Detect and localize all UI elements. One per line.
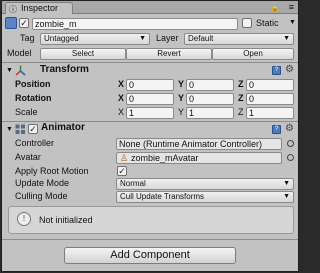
tab-inspector[interactable]: ⓘ Inspector — [5, 2, 73, 14]
tag-label: Tag — [20, 33, 35, 43]
select-button[interactable]: Select — [40, 48, 126, 60]
update-mode-value: Normal — [120, 179, 146, 188]
gear-icon[interactable]: ⚙ — [285, 64, 294, 76]
help-book-icon[interactable]: ? — [272, 66, 281, 75]
foldout-triangle-icon[interactable]: ▼ — [6, 64, 13, 77]
scale-x-label[interactable]: X — [118, 106, 124, 118]
lock-icon[interactable]: 🔒 — [270, 3, 280, 12]
inspector-window: ⓘ Inspector 🔒 ≡ ✓ zombie_m Static ▼ Tag … — [1, 0, 299, 272]
layer-label: Layer — [156, 33, 179, 43]
tag-dropdown[interactable]: Untagged ▼ — [40, 33, 150, 45]
open-button[interactable]: Open — [212, 48, 294, 60]
tab-bar: ⓘ Inspector 🔒 ≡ — [2, 1, 298, 14]
add-component-button[interactable]: Add Component — [64, 247, 236, 264]
static-dropdown-arrow-icon[interactable]: ▼ — [289, 17, 296, 29]
chevron-down-icon: ▼ — [139, 35, 146, 42]
avatar-field[interactable]: ♙ zombie_mAvatar — [116, 152, 282, 164]
transform-title: Transform — [40, 64, 89, 75]
model-label: Model — [7, 48, 32, 58]
position-label: Position — [15, 79, 51, 89]
apply-root-motion-checkbox[interactable]: ✓ — [117, 166, 127, 176]
rotation-y-label[interactable]: Y — [178, 92, 184, 104]
section-divider — [2, 239, 298, 240]
chevron-down-icon: ▼ — [283, 193, 290, 200]
culling-mode-label: Culling Mode — [15, 191, 68, 201]
controller-label: Controller — [15, 138, 55, 148]
animator-enabled-checkbox[interactable]: ✓ — [28, 124, 38, 134]
scale-y-label[interactable]: Y — [178, 106, 184, 118]
scale-label: Scale — [15, 107, 38, 117]
position-x-label[interactable]: X — [118, 78, 124, 90]
controller-field[interactable]: None (Runtime Animator Controller) — [116, 138, 282, 150]
animator-title: Animator — [41, 122, 85, 133]
apply-root-motion-label: Apply Root Motion — [15, 166, 89, 176]
static-label: Static — [256, 18, 279, 28]
update-mode-label: Update Mode — [15, 178, 70, 188]
scale-z-label[interactable]: Z — [238, 106, 244, 118]
active-checkbox[interactable]: ✓ — [19, 18, 29, 28]
inspector-icon: ⓘ — [9, 5, 17, 14]
layer-value: Default — [188, 34, 214, 43]
animator-icon — [15, 124, 25, 134]
rotation-label: Rotation — [15, 93, 52, 103]
position-z-field[interactable]: 0 — [246, 79, 294, 91]
help-book-icon[interactable]: ? — [272, 125, 281, 134]
rotation-z-field[interactable]: 0 — [246, 93, 294, 105]
object-picker-icon[interactable] — [287, 154, 294, 161]
culling-mode-dropdown[interactable]: Cull Update Transforms ▼ — [116, 191, 294, 203]
avatar-label: Avatar — [15, 152, 41, 162]
scale-z-field[interactable]: 1 — [246, 107, 294, 119]
transform-icon — [15, 65, 26, 76]
avatar-value: zombie_mAvatar — [131, 153, 199, 163]
context-menu-icon[interactable]: ≡ — [289, 2, 294, 12]
gameobject-icon — [5, 17, 17, 29]
tab-inspector-label: Inspector — [21, 3, 59, 13]
static-checkbox[interactable] — [242, 18, 252, 28]
scale-y-field[interactable]: 1 — [186, 107, 234, 119]
rotation-x-label[interactable]: X — [118, 92, 124, 104]
object-picker-icon[interactable] — [287, 140, 294, 147]
position-y-label[interactable]: Y — [178, 78, 184, 90]
culling-mode-value: Cull Update Transforms — [120, 192, 205, 201]
object-name-field[interactable]: zombie_m — [32, 18, 238, 30]
chevron-down-icon: ▼ — [283, 180, 290, 187]
gear-icon[interactable]: ⚙ — [285, 123, 294, 135]
info-helpbox: ! Not initialized — [8, 206, 294, 234]
rotation-x-field[interactable]: 0 — [126, 93, 174, 105]
chevron-down-icon: ▼ — [283, 35, 290, 42]
rotation-y-field[interactable]: 0 — [186, 93, 234, 105]
update-mode-dropdown[interactable]: Normal ▼ — [116, 178, 294, 190]
rotation-z-label[interactable]: Z — [238, 92, 244, 104]
info-icon: ! — [17, 212, 31, 226]
revert-button[interactable]: Revert — [126, 48, 212, 60]
foldout-triangle-icon[interactable]: ▼ — [6, 123, 13, 136]
position-z-label[interactable]: Z — [238, 78, 244, 90]
tag-value: Untagged — [44, 34, 79, 43]
layer-dropdown[interactable]: Default ▼ — [184, 33, 294, 45]
position-x-field[interactable]: 0 — [126, 79, 174, 91]
avatar-asset-icon: ♙ — [120, 153, 129, 163]
position-y-field[interactable]: 0 — [186, 79, 234, 91]
scale-x-field[interactable]: 1 — [126, 107, 174, 119]
info-message: Not initialized — [39, 215, 93, 225]
